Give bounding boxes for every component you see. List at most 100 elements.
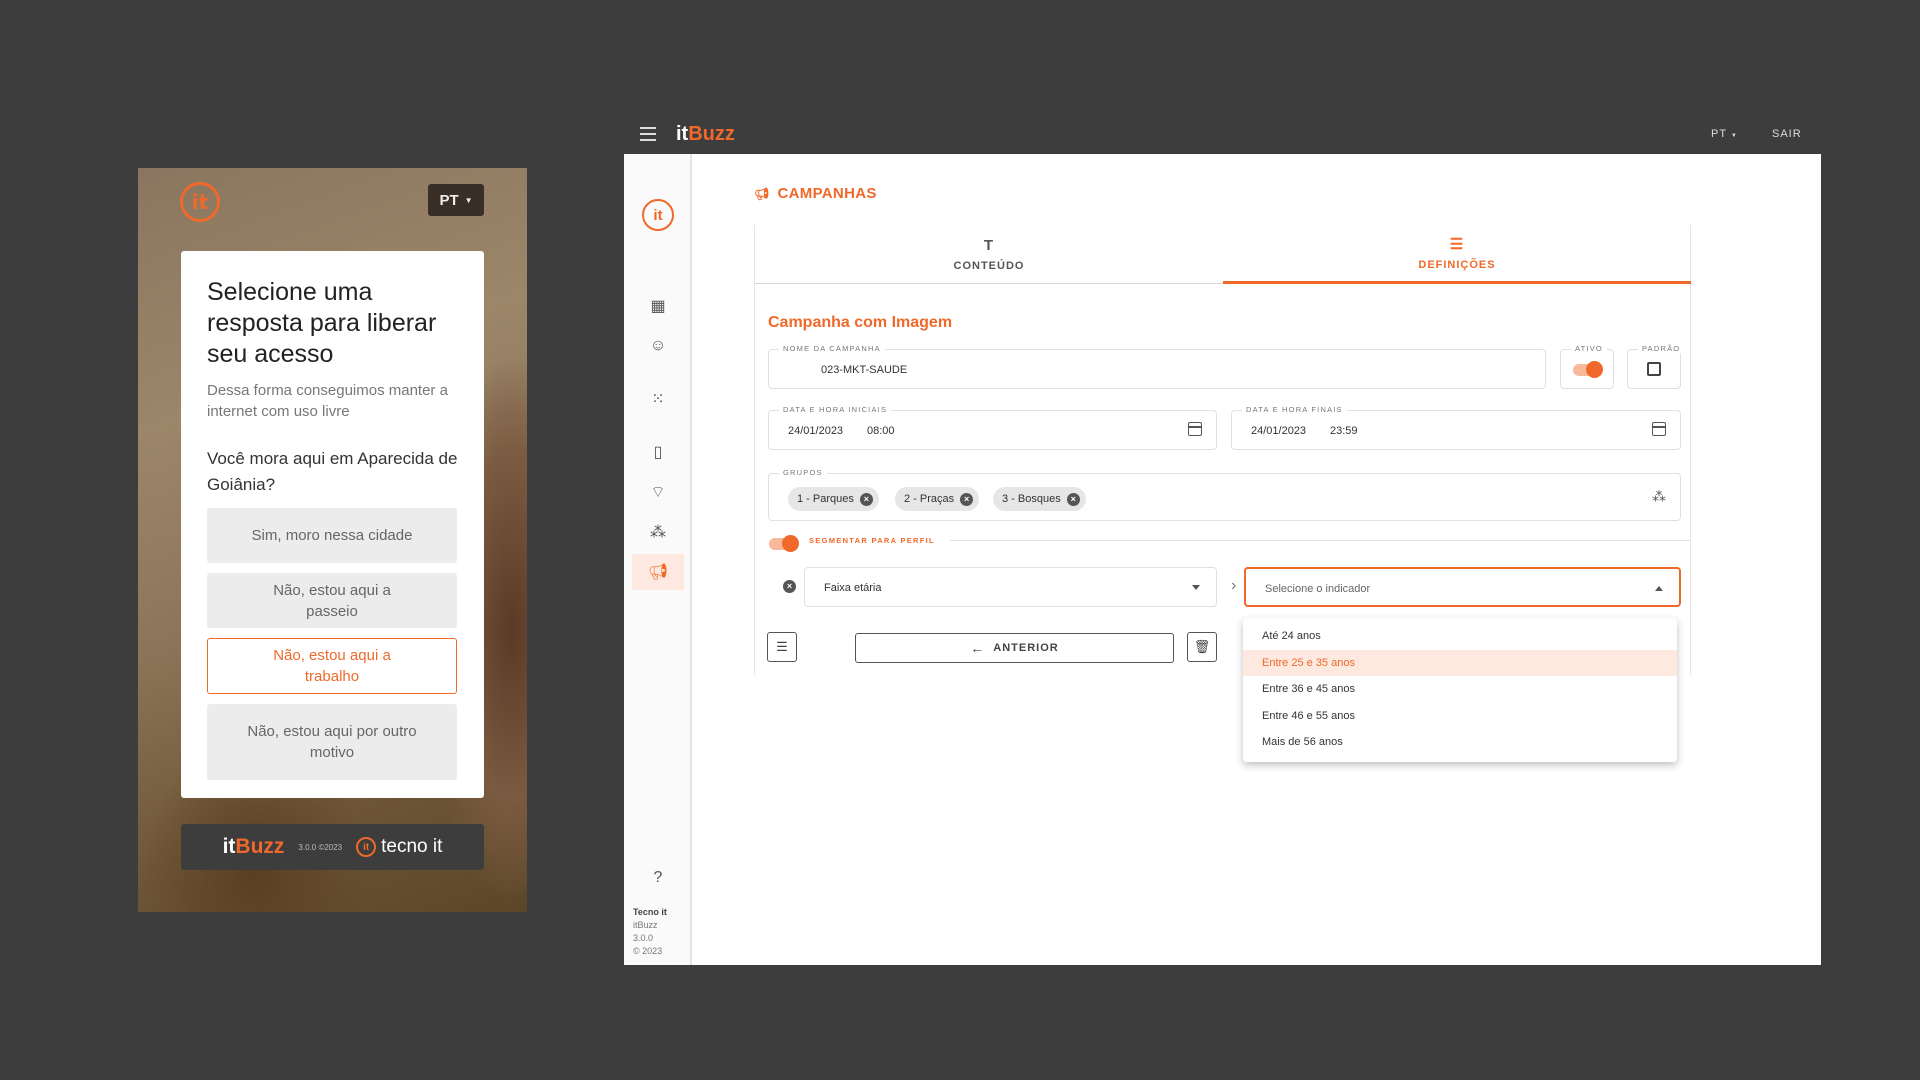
divider <box>950 540 1690 541</box>
dropdown-option[interactable]: Mais de 56 anos <box>1243 729 1677 756</box>
sidebar: it ▦ ☺ ⁙ ▯ ⌔ ⁂ 📢︎ ? Tecno it itBuzz 3.0.… <box>624 154 692 965</box>
groups-icon[interactable]: ⁂ <box>632 514 684 550</box>
product-version: 3.0.0 <box>633 933 654 943</box>
campaign-title: Campanha com Imagem <box>768 314 953 331</box>
logo-it: it <box>222 835 236 858</box>
itbuzz-logo: itBuzz <box>223 835 285 859</box>
tab-label: DEFINIÇÕES <box>1418 259 1496 271</box>
chevron-down-icon: ▼ <box>1730 133 1738 139</box>
chevron-right-icon: › <box>1231 577 1237 594</box>
end-date: 24/01/2023 <box>1251 425 1307 437</box>
remove-chip-icon[interactable]: × <box>960 492 974 506</box>
previous-button[interactable]: ← ANTERIOR <box>855 633 1174 663</box>
user-icon[interactable]: ☺ <box>632 328 684 364</box>
indicator-dropdown: Até 24 anos Entre 25 e 35 anos Entre 36 … <box>1243 618 1677 762</box>
answer-option-selected[interactable]: Não, estou aqui a trabalho <box>207 638 457 694</box>
groups-icon[interactable]: ⁂ <box>1652 488 1666 505</box>
field-label: NOME DA CAMPANHA <box>779 344 885 353</box>
menu-icon[interactable] <box>640 127 656 141</box>
brand-buzz: Buzz <box>688 123 735 145</box>
calendar-icon[interactable] <box>1652 422 1666 436</box>
dropdown-option[interactable]: Entre 46 e 55 anos <box>1243 703 1677 730</box>
campaign-name-field[interactable]: NOME DA CAMPANHA 023-MKT-SAUDE <box>768 344 1546 389</box>
field-label: DATA E HORA INICIAIS <box>779 405 892 414</box>
access-point-icon[interactable]: ⌔ <box>632 474 684 510</box>
language-selector[interactable]: PT ▼ <box>428 184 484 216</box>
chevron-down-icon: ▼ <box>464 195 473 205</box>
dropdown-option[interactable]: Entre 36 e 45 anos <box>1243 676 1677 703</box>
profile-select[interactable]: Faixa etária <box>804 567 1217 607</box>
field-label: ATIVO <box>1571 344 1607 353</box>
previous-label: ANTERIOR <box>993 642 1059 654</box>
smartphone-icon[interactable]: ▯ <box>632 434 684 470</box>
campaign-panel: T CONTEÚDO ☰ DEFINIÇÕES Campanha com Ima… <box>754 225 1692 675</box>
indicator-select[interactable]: Selecione o indicador <box>1244 567 1681 607</box>
product-name: itBuzz <box>633 920 658 930</box>
answer-option[interactable]: Não, estou aqui a passeio <box>207 573 457 628</box>
top-bar: itBuzz PT ▼ SAIR <box>624 115 1821 154</box>
chip-label: 1 - Parques <box>797 493 854 505</box>
segment-label: SEGMENTAR PARA PERFIL <box>809 536 935 545</box>
page-title: 📢︎ CAMPANHAS <box>754 185 877 202</box>
apps-grid-icon[interactable]: ⁙ <box>632 381 684 417</box>
dropdown-option-highlighted[interactable]: Entre 25 e 35 anos <box>1243 649 1677 676</box>
field-label: GRUPOS <box>779 468 827 477</box>
chip-label: 3 - Bosques <box>1002 493 1061 505</box>
copyright: © 2023 <box>633 946 663 956</box>
field-label: PADRÃO <box>1638 344 1685 353</box>
question-card: Selecione uma resposta para liberar seu … <box>181 251 484 798</box>
trash-icon[interactable]: 🗑︎ <box>1187 632 1217 662</box>
question-text: Você mora aqui em Aparecida de Goiânia? <box>207 449 458 494</box>
tecnoit-ring-icon: it <box>356 837 377 857</box>
megaphone-icon: 📢︎ <box>754 186 770 201</box>
segment-toggle[interactable] <box>769 535 799 552</box>
end-time: 23:59 <box>1330 425 1358 437</box>
answer-option[interactable]: Sim, moro nessa cidade <box>207 508 457 563</box>
groups-field[interactable]: GRUPOS 1 - Parques × 2 - Praças × 3 - Bosq… <box>768 468 1681 521</box>
answer-option[interactable]: Não, estou aqui por outro motivo <box>207 704 457 780</box>
end-datetime-field[interactable]: DATA E HORA FINAIS 24/01/2023 23:59 <box>1231 405 1681 450</box>
remove-chip-icon[interactable]: × <box>1066 492 1080 506</box>
group-chip: 1 - Parques × <box>788 487 879 511</box>
language-selector[interactable]: PT ▼ <box>1711 128 1738 140</box>
start-time: 08:00 <box>867 425 895 437</box>
tabs: T CONTEÚDO ☰ DEFINIÇÕES <box>755 225 1692 284</box>
page-title-label: CAMPANHAS <box>777 185 877 202</box>
select-placeholder: Selecione o indicador <box>1265 583 1371 595</box>
tecnoit-logo-icon: it <box>180 182 220 222</box>
card-title: Selecione uma resposta para liberar seu … <box>207 278 437 368</box>
tecnoit-label: tecno it <box>381 836 443 857</box>
active-toggle[interactable] <box>1573 361 1603 378</box>
calendar-icon[interactable] <box>1188 422 1202 436</box>
mobile-footer: itBuzz 3.0.0 ©2023 it tecno it <box>181 824 484 870</box>
logout-button[interactable]: SAIR <box>1772 128 1802 140</box>
tab-label: CONTEÚDO <box>953 260 1025 272</box>
tecnoit-logo-icon: it <box>642 199 674 231</box>
company-name: Tecno it <box>633 907 667 917</box>
remove-filter-icon[interactable]: × <box>783 580 796 593</box>
default-checkbox[interactable] <box>1647 362 1661 376</box>
dropdown-option[interactable]: Até 24 anos <box>1243 623 1677 650</box>
field-label: DATA E HORA FINAIS <box>1242 405 1347 414</box>
tab-content[interactable]: T CONTEÚDO <box>755 225 1223 284</box>
version-text: 3.0.0 ©2023 <box>298 842 343 852</box>
caret-up-icon <box>1655 586 1663 591</box>
tune-icon: ☰ <box>1449 236 1465 253</box>
help-icon[interactable]: ? <box>632 860 684 896</box>
start-date: 24/01/2023 <box>788 425 844 437</box>
app-brand: itBuzz <box>676 123 735 146</box>
logo-buzz: Buzz <box>235 835 285 858</box>
active-toggle-field: ATIVO <box>1560 344 1614 389</box>
group-chip: 2 - Praças × <box>895 487 980 511</box>
field-value: 023-MKT-SAUDE <box>821 364 908 376</box>
select-value: Faixa etária <box>824 582 882 594</box>
group-chip: 3 - Bosques × <box>993 487 1086 511</box>
mobile-captive-portal: it PT ▼ Selecione uma resposta para libe… <box>138 168 527 912</box>
start-datetime-field[interactable]: DATA E HORA INICIAIS 24/01/2023 08:00 <box>768 405 1217 450</box>
campaign-megaphone-icon[interactable]: 📢︎ <box>632 554 684 590</box>
remove-chip-icon[interactable]: × <box>859 492 873 506</box>
tab-definitions[interactable]: ☰ DEFINIÇÕES <box>1223 225 1691 284</box>
list-icon[interactable]: ☰ <box>767 632 797 662</box>
tecnoit-logo: it tecno it <box>356 836 442 858</box>
building-icon[interactable]: ▦ <box>632 288 684 324</box>
